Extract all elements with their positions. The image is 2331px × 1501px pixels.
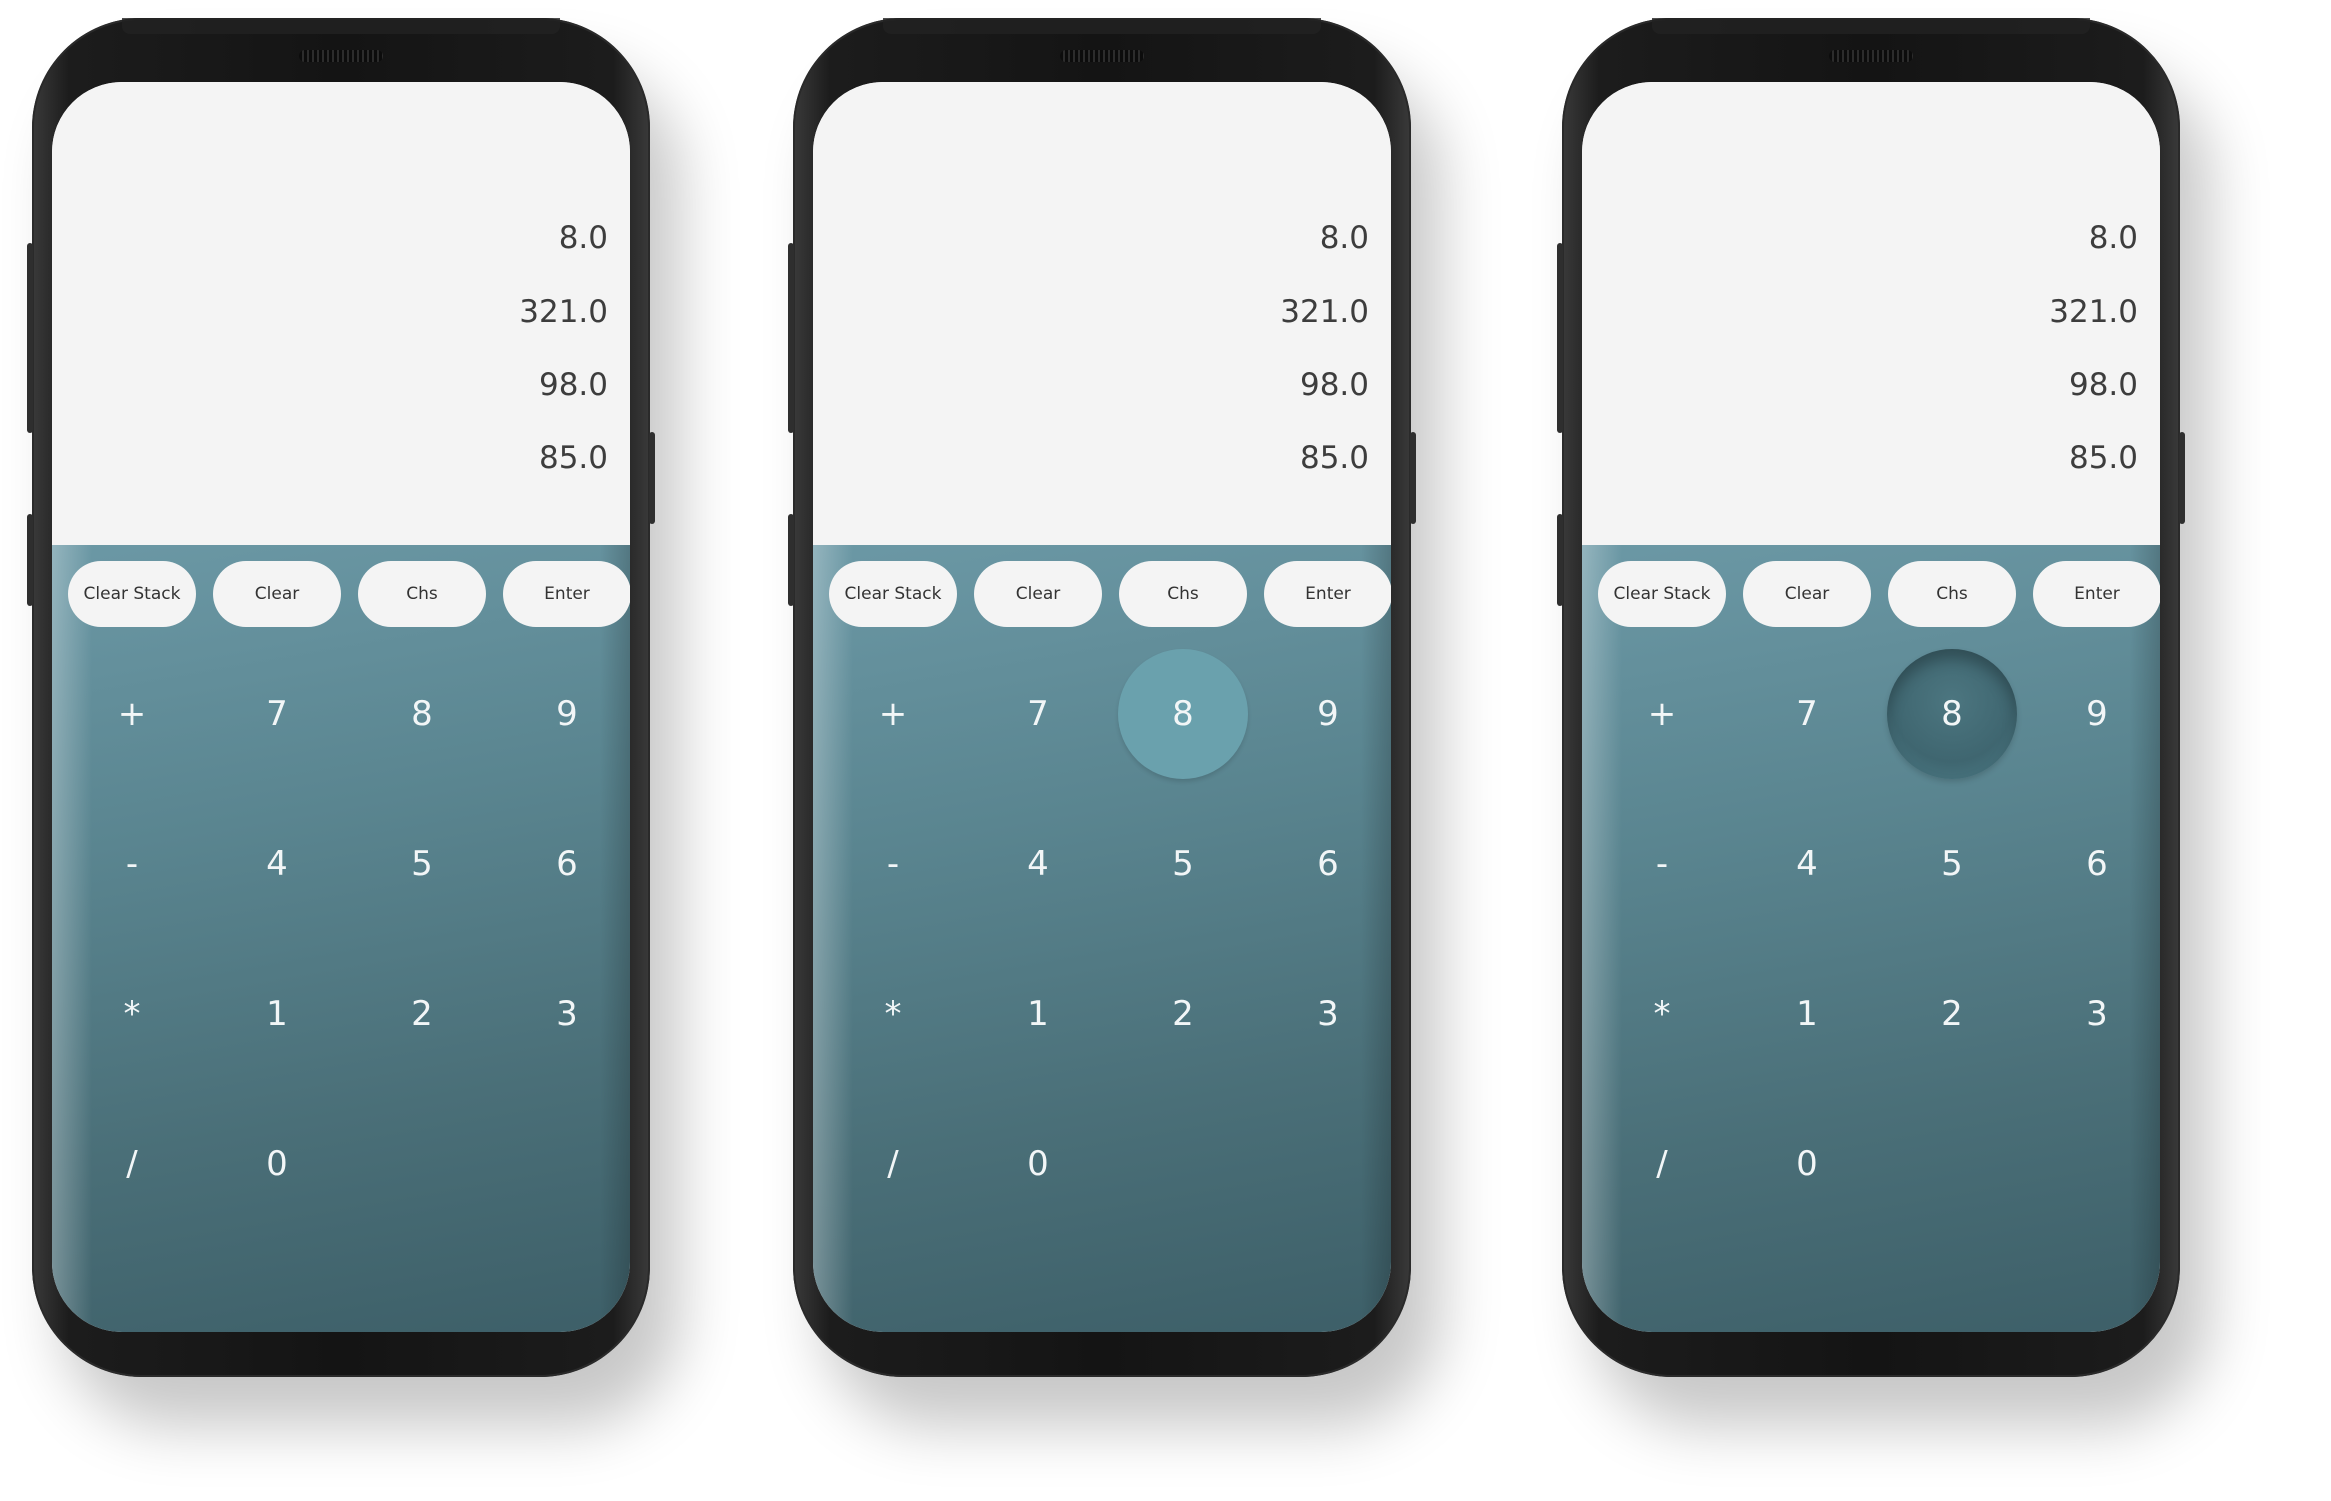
stack-display: 8.0 321.0 98.0 85.0 [1582, 82, 2160, 545]
stack-value: 321.0 [1280, 294, 1369, 330]
key-3[interactable]: 3 [1263, 949, 1391, 1079]
bixby-button [27, 514, 33, 606]
plus-key[interactable]: + [1597, 649, 1727, 779]
key-6[interactable]: 6 [1263, 799, 1391, 929]
stack-value: 85.0 [2068, 440, 2138, 476]
keypad: Clear Stack Clear Chs Enter + 7 8 9 - 4 … [1582, 545, 2160, 1332]
enter-button[interactable]: Enter [1264, 561, 1391, 627]
key-4[interactable]: 4 [1742, 799, 1872, 929]
clear-stack-button[interactable]: Clear Stack [68, 561, 196, 627]
key-6[interactable]: 6 [2032, 799, 2160, 929]
key-7[interactable]: 7 [1742, 649, 1872, 779]
multiply-key[interactable]: * [1597, 949, 1727, 1079]
clear-button[interactable]: Clear [1743, 561, 1871, 627]
key-6[interactable]: 6 [502, 799, 630, 929]
plus-key[interactable]: + [67, 649, 197, 779]
stack-value: 321.0 [519, 294, 608, 330]
phone-rim [883, 18, 1321, 34]
minus-key[interactable]: - [1597, 799, 1727, 929]
phone-rim [1652, 18, 2090, 34]
phone-frame-pressed: 8.0 321.0 98.0 85.0 Clear Stack Clear Ch… [1557, 18, 2185, 1377]
clear-button[interactable]: Clear [974, 561, 1102, 627]
key-5[interactable]: 5 [1887, 799, 2017, 929]
chs-button[interactable]: Chs [358, 561, 486, 627]
stack-value: 98.0 [1299, 367, 1369, 403]
calculator-screen: 8.0 321.0 98.0 85.0 Clear Stack Clear Ch… [813, 82, 1391, 1332]
stack-value: 8.0 [2088, 220, 2138, 256]
key-7[interactable]: 7 [973, 649, 1103, 779]
bixby-button [788, 514, 794, 606]
key-2[interactable]: 2 [1118, 949, 1248, 1079]
key-8[interactable]: 8 [1118, 649, 1248, 779]
stack-value: 98.0 [538, 367, 608, 403]
key-5[interactable]: 5 [357, 799, 487, 929]
key-4[interactable]: 4 [212, 799, 342, 929]
key-9[interactable]: 9 [2032, 649, 2160, 779]
chs-button[interactable]: Chs [1888, 561, 2016, 627]
key-1[interactable]: 1 [212, 949, 342, 1079]
minus-key[interactable]: - [828, 799, 958, 929]
calculator-screen: 8.0 321.0 98.0 85.0 Clear Stack Clear Ch… [52, 82, 630, 1332]
key-3[interactable]: 3 [2032, 949, 2160, 1079]
power-button [1410, 432, 1416, 524]
key-8[interactable]: 8 [357, 649, 487, 779]
key-8[interactable]: 8 [1887, 649, 2017, 779]
calculator-screen: 8.0 321.0 98.0 85.0 Clear Stack Clear Ch… [1582, 82, 2160, 1332]
phone-rim [122, 18, 560, 34]
multiply-key[interactable]: * [828, 949, 958, 1079]
stack-value: 85.0 [1299, 440, 1369, 476]
clear-stack-button[interactable]: Clear Stack [1598, 561, 1726, 627]
key-0[interactable]: 0 [212, 1099, 342, 1229]
volume-button [788, 243, 794, 433]
key-5[interactable]: 5 [1118, 799, 1248, 929]
plus-key[interactable]: + [828, 649, 958, 779]
power-button [2179, 432, 2185, 524]
stack-value: 8.0 [1319, 220, 1369, 256]
key-0[interactable]: 0 [973, 1099, 1103, 1229]
bixby-button [1557, 514, 1563, 606]
key-2[interactable]: 2 [1887, 949, 2017, 1079]
key-9[interactable]: 9 [1263, 649, 1391, 779]
power-button [649, 432, 655, 524]
stack-display: 8.0 321.0 98.0 85.0 [52, 82, 630, 545]
key-7[interactable]: 7 [212, 649, 342, 779]
speaker-grille [1060, 50, 1144, 62]
speaker-grille [299, 50, 383, 62]
stack-value: 85.0 [538, 440, 608, 476]
divide-key[interactable]: / [1597, 1099, 1727, 1229]
clear-button[interactable]: Clear [213, 561, 341, 627]
keypad: Clear Stack Clear Chs Enter + 7 8 9 - 4 … [52, 545, 630, 1332]
stack-display: 8.0 321.0 98.0 85.0 [813, 82, 1391, 545]
chs-button[interactable]: Chs [1119, 561, 1247, 627]
minus-key[interactable]: - [67, 799, 197, 929]
enter-button[interactable]: Enter [503, 561, 630, 627]
keypad: Clear Stack Clear Chs Enter + 7 8 9 - 4 … [813, 545, 1391, 1332]
speaker-grille [1829, 50, 1913, 62]
stack-value: 98.0 [2068, 367, 2138, 403]
phone-frame-normal: 8.0 321.0 98.0 85.0 Clear Stack Clear Ch… [27, 18, 655, 1377]
key-1[interactable]: 1 [973, 949, 1103, 1079]
key-9[interactable]: 9 [502, 649, 630, 779]
key-1[interactable]: 1 [1742, 949, 1872, 1079]
multiply-key[interactable]: * [67, 949, 197, 1079]
divide-key[interactable]: / [828, 1099, 958, 1229]
stack-value: 321.0 [2049, 294, 2138, 330]
key-3[interactable]: 3 [502, 949, 630, 1079]
key-2[interactable]: 2 [357, 949, 487, 1079]
clear-stack-button[interactable]: Clear Stack [829, 561, 957, 627]
divide-key[interactable]: / [67, 1099, 197, 1229]
enter-button[interactable]: Enter [2033, 561, 2160, 627]
volume-button [27, 243, 33, 433]
key-0[interactable]: 0 [1742, 1099, 1872, 1229]
stack-value: 8.0 [558, 220, 608, 256]
volume-button [1557, 243, 1563, 433]
phone-frame-hover: 8.0 321.0 98.0 85.0 Clear Stack Clear Ch… [788, 18, 1416, 1377]
key-4[interactable]: 4 [973, 799, 1103, 929]
